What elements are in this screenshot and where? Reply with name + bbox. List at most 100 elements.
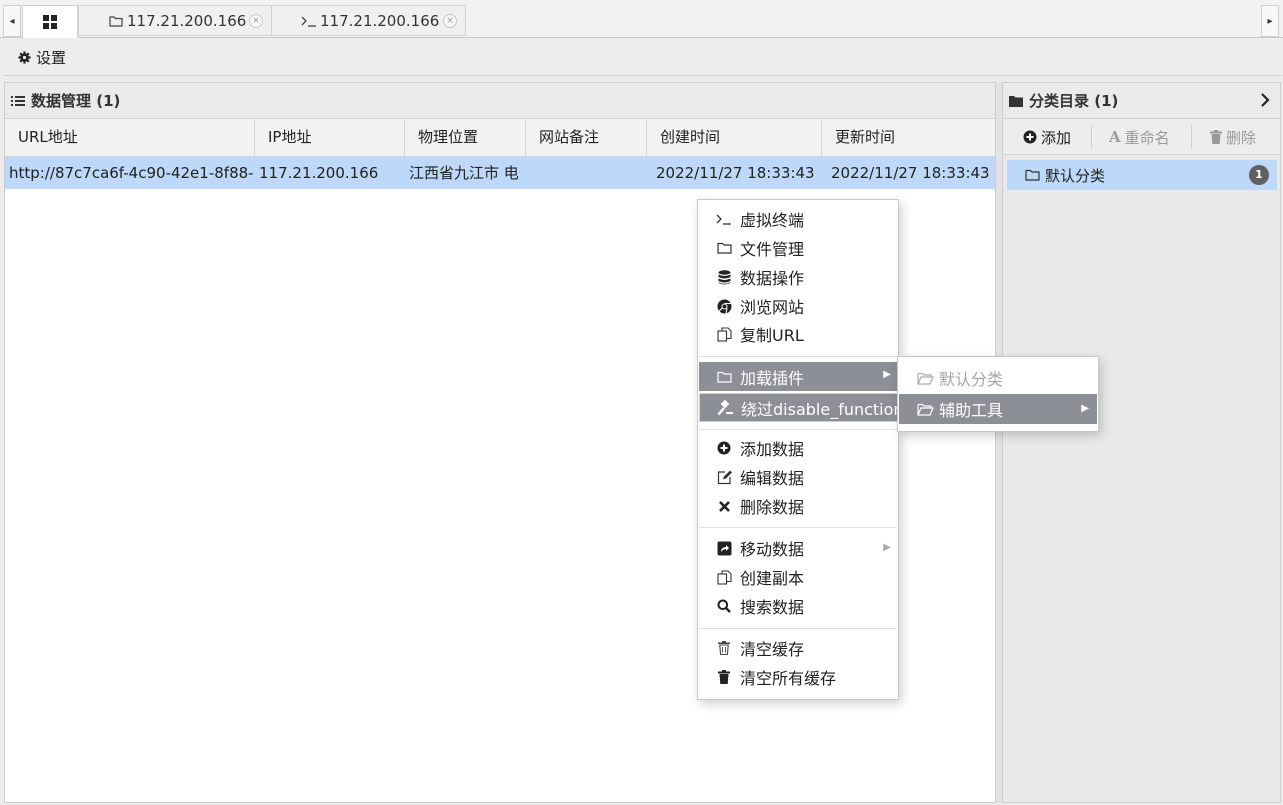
grid-icon [43,15,57,29]
delete-label: 删除 [1226,128,1257,147]
context-menu: 虚拟终端 文件管理 数据操作 浏览网站 复制URL 加载插件 ▶ 绕过disab… [697,199,916,700]
cell-ip: 117.21.200.166 [259,164,379,182]
column-header-created[interactable]: 创建时间 [647,119,822,156]
column-header-location[interactable]: 物理位置 [405,119,526,156]
settings-label: 设置 [36,48,67,67]
tab-file-manager[interactable]: 117.21.200.166 × [78,5,272,36]
terminal-icon [300,14,318,28]
copy-icon [716,569,732,585]
tab-home[interactable] [22,5,78,38]
menu-item-clear-all-cache[interactable]: 清空所有缓存 [699,664,897,690]
toolbar-divider [1191,125,1192,149]
menu-item-data-ops[interactable]: 数据操作 [699,264,897,290]
menu-item-label: 添加数据 [740,440,805,459]
cell-location: 江西省九江市 电 [409,164,519,182]
tab-label: 117.21.200.166 [127,11,247,30]
tab-scroll-right-button[interactable]: ▸ [1261,5,1279,37]
menu-item-label: 复制URL [740,326,804,345]
category-toolbar: 添加 A 重命名 删除 [1003,119,1280,155]
submenu-item-helper-tools[interactable]: 辅助工具 ▶ [899,394,1097,424]
cell-url: http://87c7ca6f-4c90-42e1-8f88-7 [9,164,255,182]
column-header-note[interactable]: 网站备注 [526,119,647,156]
category-panel-header: 分类目录 (1) [1003,83,1280,119]
folder-icon [716,240,732,256]
tab-terminal[interactable]: 117.21.200.166 × [271,5,466,36]
menu-item-search-data[interactable]: 搜索数据 [699,593,897,619]
data-panel-title: 数据管理 (1) [31,92,121,110]
menu-item-label: 虚拟终端 [740,211,805,230]
trash-outline-icon [716,640,732,656]
submenu-item-label: 辅助工具 [939,401,1004,420]
menu-item-load-plugin[interactable]: 加载插件 ▶ [699,362,897,391]
menu-item-browse-site[interactable]: 浏览网站 [699,293,897,319]
menu-item-label: 加载插件 [740,368,805,388]
menu-divider [699,356,897,357]
category-item[interactable]: 默认分类 1 [1007,160,1277,190]
menu-item-label: 文件管理 [740,240,805,259]
menu-item-label: 清空所有缓存 [740,669,837,688]
menu-item-label: 浏览网站 [740,298,805,317]
table-row[interactable]: http://87c7ca6f-4c90-42e1-8f88-7 117.21.… [5,157,995,189]
gavel-icon [717,399,733,416]
chevron-right-icon[interactable] [1260,93,1270,107]
folder-icon [716,369,732,385]
trash-icon [716,669,732,685]
folder-icon [1025,169,1040,181]
rename-label: 重命名 [1124,128,1170,147]
menu-item-file-manager[interactable]: 文件管理 [699,235,897,261]
delete-category-button[interactable]: 删除 [1210,127,1256,147]
folder-open-icon [916,371,934,385]
menu-item-add-data[interactable]: 添加数据 [699,435,897,461]
cell-note [530,157,647,189]
close-icon [716,498,732,514]
menu-item-label: 删除数据 [740,498,805,517]
folder-open-icon [1009,95,1023,107]
menu-item-delete-data[interactable]: 删除数据 [699,493,897,519]
database-icon [716,269,732,285]
column-header-ip[interactable]: IP地址 [255,119,405,156]
chevron-right-icon: ▸ [1267,15,1273,27]
search-icon [716,598,732,614]
rename-category-button[interactable]: A 重命名 [1109,127,1170,147]
add-label: 添加 [1041,128,1072,147]
edit-icon [716,469,732,485]
data-panel-header: 数据管理 (1) [5,83,995,119]
menu-divider [699,527,897,528]
menu-item-label: 绕过disable_functions [741,399,912,419]
menu-item-label: 编辑数据 [740,469,805,488]
menu-item-terminal[interactable]: 虚拟终端 [699,206,897,232]
menu-item-label: 清空缓存 [740,640,805,659]
chevron-left-icon: ◂ [9,15,15,27]
menu-item-edit-data[interactable]: 编辑数据 [699,464,897,490]
grid-header: URL地址 IP地址 物理位置 网站备注 创建时间 更新时间 [5,119,995,157]
tab-scroll-left-button[interactable]: ◂ [3,5,21,37]
menu-item-label: 创建副本 [740,569,805,588]
tab-close-icon[interactable]: × [249,14,263,28]
menu-item-create-copy[interactable]: 创建副本 [699,564,897,590]
menu-item-copy-url[interactable]: 复制URL [699,321,897,347]
menu-item-label: 数据操作 [740,269,805,288]
tab-close-icon[interactable]: × [443,14,457,28]
submenu-arrow-icon: ▶ [1081,403,1089,414]
plus-circle-icon [1023,130,1037,144]
list-icon [11,95,25,107]
settings-button[interactable]: 设置 [18,46,66,68]
menu-item-move-data[interactable]: 移动数据 ▶ [699,535,897,561]
font-icon: A [1109,128,1121,146]
submenu-item-default-category[interactable]: 默认分类 [899,363,1097,393]
submenu-arrow-icon: ▶ [883,542,891,553]
column-header-updated[interactable]: 更新时间 [822,119,995,156]
menu-item-clear-cache[interactable]: 清空缓存 [699,635,897,661]
column-header-url[interactable]: URL地址 [5,119,255,156]
menu-item-label: 移动数据 [740,540,805,559]
count-badge: 1 [1249,165,1269,185]
plus-circle-icon [716,440,732,456]
category-panel-title: 分类目录 (1) [1029,92,1119,110]
add-category-button[interactable]: 添加 [1023,127,1071,147]
submenu-arrow-icon: ▶ [883,369,891,380]
toolbar-divider [1091,125,1092,149]
category-item-label: 默认分类 [1045,166,1106,185]
plugin-submenu: 默认分类 辅助工具 ▶ [897,356,1099,432]
menu-item-bypass-disable-functions[interactable]: 绕过disable_functions [699,393,916,422]
cell-updated: 2022/11/27 18:33:43 [831,164,990,182]
